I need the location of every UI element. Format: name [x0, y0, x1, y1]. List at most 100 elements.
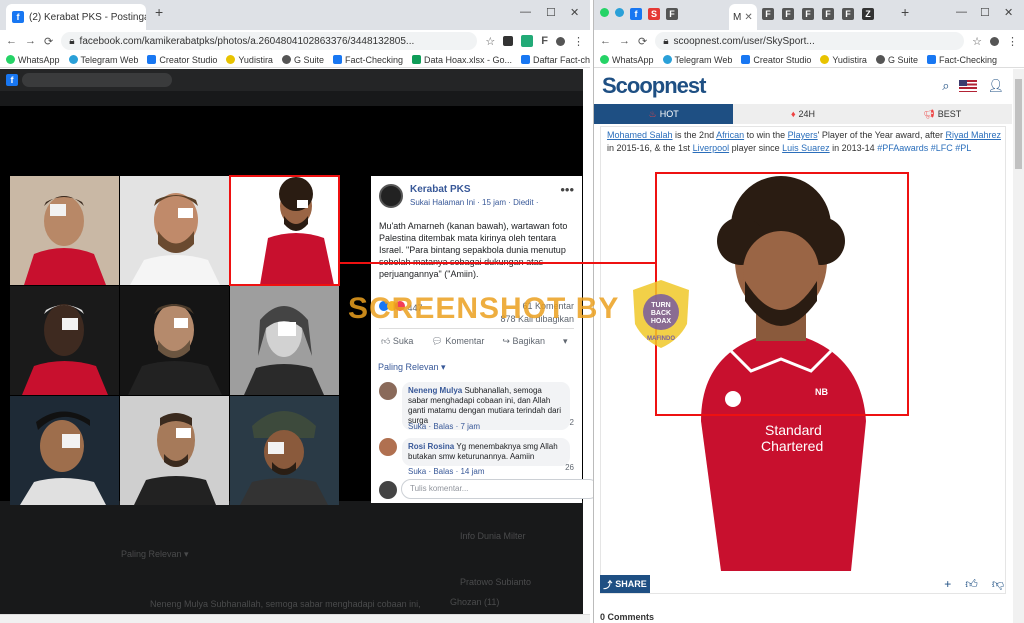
bookmark-gsuite[interactable]: G Suite	[281, 55, 324, 65]
tab-icon[interactable]: F	[842, 8, 854, 20]
star-icon[interactable]: ☆	[485, 35, 495, 48]
bookmark-gsuite[interactable]: G Suite	[875, 55, 918, 65]
collage-photo-8	[120, 396, 229, 505]
user-icon[interactable]: 👤︎	[987, 78, 1004, 94]
profile-avatar[interactable]	[990, 36, 999, 46]
tab-icon[interactable]: F	[802, 8, 814, 20]
new-tab-icon[interactable]: +	[901, 4, 909, 20]
comment-author[interactable]: Rosi Rosina	[408, 442, 454, 451]
forward-icon[interactable]: →	[619, 35, 630, 47]
link-african[interactable]: African	[716, 130, 744, 140]
photo-collage[interactable]	[10, 175, 340, 506]
bookmark-data-hoax[interactable]: Data Hoax.xlsx - Go...	[412, 55, 512, 65]
right-scrollbar[interactable]	[1013, 69, 1024, 623]
more-options-icon[interactable]: •••	[560, 182, 574, 197]
link-liverpool[interactable]: Liverpool	[693, 143, 730, 153]
link-luis-suarez[interactable]: Luis Suarez	[782, 143, 830, 153]
bookmark-fact-checking[interactable]: Fact-Checking	[332, 55, 403, 65]
close-icon[interactable]: ✕	[744, 12, 752, 23]
link-riyad-mahrez[interactable]: Riyad Mahrez	[945, 130, 1001, 140]
whatsapp-icon	[600, 55, 609, 64]
tab-doc-icon[interactable]: F	[666, 8, 678, 20]
bookmark-creator-studio[interactable]: Creator Studio	[741, 55, 811, 65]
facebook-icon	[741, 55, 751, 64]
bookmark-whatsapp[interactable]: WhatsApp	[600, 55, 654, 65]
highlight-box	[655, 172, 909, 416]
page-name[interactable]: Kerabat PKS	[410, 184, 471, 195]
profile-avatar[interactable]	[556, 36, 565, 46]
address-bar-row: ← → ⟳ 🔒︎ facebook.com/kamikerabatpks/pho…	[0, 30, 590, 52]
maximize-icon[interactable]: ☐	[546, 6, 556, 19]
thumbs-down-icon[interactable]: 👎︎	[992, 577, 1004, 592]
bookmark-yudistira[interactable]: Yudistira	[820, 55, 867, 65]
like-button[interactable]: 👍︎ Suka	[381, 336, 413, 347]
back-icon[interactable]: ←	[6, 35, 17, 47]
scoopnest-logo[interactable]: Scoopnest	[602, 73, 706, 99]
tab-icon[interactable]: F	[762, 8, 774, 20]
url-field[interactable]: 🔒︎ facebook.com/kamikerabatpks/photos/a.…	[61, 32, 478, 50]
collage-photo-1	[10, 176, 119, 285]
extension-f-icon[interactable]: F	[541, 35, 548, 47]
reload-icon[interactable]: ⟳	[638, 35, 647, 48]
link-mohamed-salah[interactable]: Mohamed Salah	[607, 130, 673, 140]
us-flag-icon[interactable]	[959, 80, 978, 92]
add-icon[interactable]: +	[944, 577, 951, 592]
tab-whatsapp-icon[interactable]	[600, 8, 609, 17]
comment-button[interactable]: 💬︎ Komentar	[431, 336, 484, 347]
menu-icon[interactable]: ⋮	[1007, 35, 1018, 48]
extension-icon-2[interactable]	[521, 35, 534, 47]
bookmark-daftar[interactable]: Daftar Fact-check...	[521, 55, 590, 65]
thumbs-up-icon[interactable]: 👍︎	[965, 577, 978, 592]
tab-icon[interactable]: F	[822, 8, 834, 20]
link-players[interactable]: Players	[788, 130, 818, 140]
minimize-icon[interactable]: —	[956, 6, 967, 18]
menu-icon[interactable]: ⋮	[573, 35, 584, 48]
bookmark-whatsapp[interactable]: WhatsApp	[6, 55, 60, 65]
minimize-icon[interactable]: —	[520, 6, 531, 18]
reload-icon[interactable]: ⟳	[44, 35, 53, 48]
page-avatar[interactable]	[379, 184, 403, 208]
forward-icon[interactable]: →	[25, 35, 36, 47]
bookmark-fact-checking[interactable]: Fact-Checking	[926, 55, 997, 65]
facebook-search[interactable]	[22, 73, 172, 87]
extension-icon[interactable]	[503, 36, 514, 46]
close-window-icon[interactable]: ✕	[570, 6, 579, 19]
tab-scoopnest[interactable]: M ✕	[729, 4, 757, 30]
seal-bottom: MAFINDO	[647, 336, 675, 342]
commenter-avatar[interactable]	[379, 438, 397, 456]
share-button[interactable]: ⤴ SHARE	[600, 575, 650, 593]
tab-24h[interactable]: ♦ 24H	[733, 104, 872, 124]
new-tab-icon[interactable]: +	[155, 4, 163, 20]
tab-s-icon[interactable]: S	[648, 8, 660, 20]
comment-author[interactable]: Neneng Mulya	[408, 386, 462, 395]
comment-actions[interactable]: Suka · Balas · 7 jam	[408, 422, 480, 431]
url-field[interactable]: 🔒︎ scoopnest.com/user/SkySport...	[655, 32, 965, 50]
star-icon[interactable]: ☆	[972, 35, 982, 48]
audience-selector[interactable]: ▾	[563, 336, 568, 347]
tab-facebook[interactable]: f (2) Kerabat PKS - Postingan ✕	[6, 4, 146, 30]
comment-sort-dropdown[interactable]: Paling Relevan ▾	[378, 362, 446, 373]
horizontal-scrollbar[interactable]	[0, 614, 590, 623]
bookmark-creator-studio[interactable]: Creator Studio	[147, 55, 217, 65]
tab-telegram-icon[interactable]	[615, 8, 624, 17]
tab-icon[interactable]: Z	[862, 8, 874, 20]
comment-actions[interactable]: Suka · Balas · 14 jam	[408, 467, 484, 476]
back-icon[interactable]: ←	[600, 35, 611, 47]
maximize-icon[interactable]: ☐	[980, 6, 990, 19]
search-icon[interactable]: ⌕	[942, 78, 949, 94]
write-comment-input[interactable]: Tulis komentar...	[401, 479, 599, 499]
bookmark-yudistira[interactable]: Yudistira	[226, 55, 273, 65]
commenter-avatar[interactable]	[379, 382, 397, 400]
tab-best[interactable]: 📢︎ BEST	[873, 104, 1012, 124]
close-window-icon[interactable]: ✕	[1004, 6, 1013, 19]
tab-icon[interactable]: F	[782, 8, 794, 20]
scroll-thumb[interactable]	[1015, 79, 1022, 169]
bookmark-telegram[interactable]: Telegram Web	[68, 55, 138, 65]
bookmarks-bar: WhatsApp Telegram Web Creator Studio Yud…	[0, 52, 590, 68]
hashtags[interactable]: #PFAawards #LFC #PL	[877, 143, 971, 153]
share-button[interactable]: ↪ Bagikan	[502, 336, 545, 347]
bookmark-telegram[interactable]: Telegram Web	[662, 55, 732, 65]
tab-hot[interactable]: ♨ HOT	[594, 104, 734, 124]
yudistira-icon	[820, 55, 830, 64]
tab-facebook-icon[interactable]: f	[630, 8, 642, 20]
